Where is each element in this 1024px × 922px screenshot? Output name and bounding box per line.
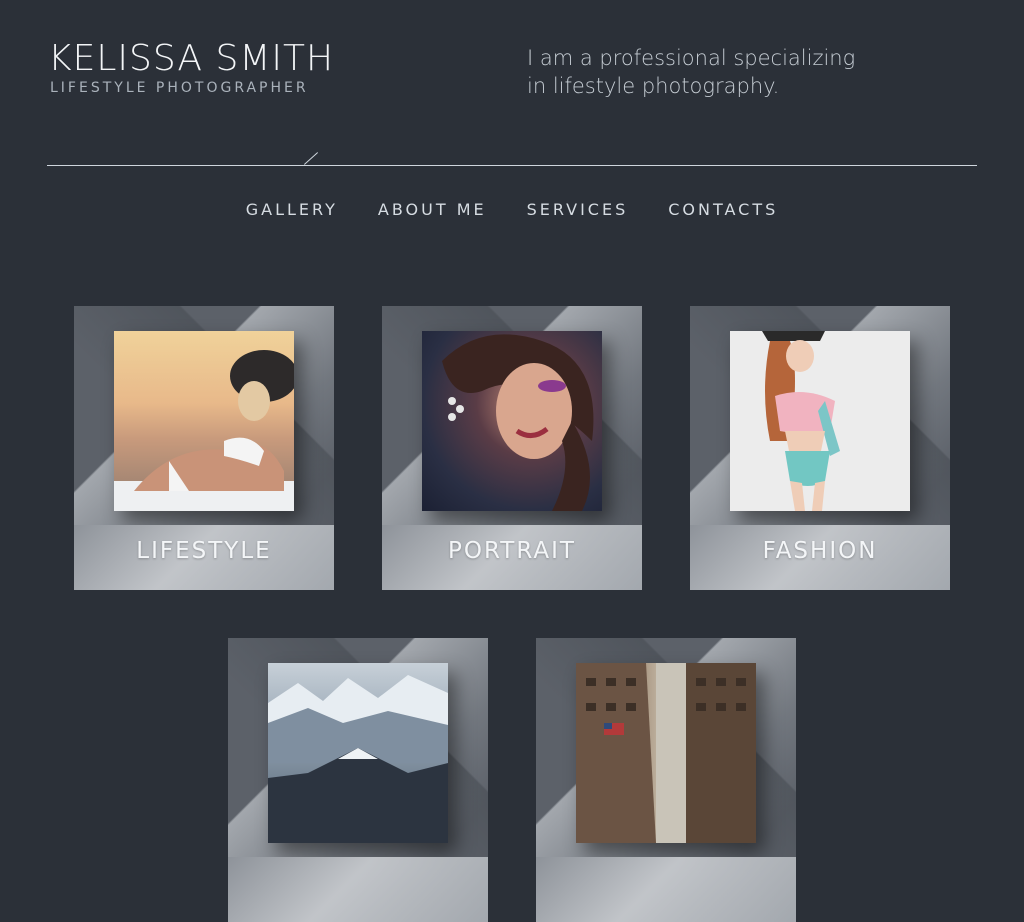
tagline: I am a professional specializing in life… bbox=[527, 44, 887, 100]
gallery-card-fashion[interactable]: FASHION bbox=[690, 306, 950, 590]
main-nav: GALLERY ABOUT ME SERVICES CONTACTS bbox=[0, 198, 1024, 221]
gallery-card-mountains[interactable] bbox=[228, 638, 488, 922]
nav-about-me[interactable]: ABOUT ME bbox=[378, 198, 487, 221]
fashion-photo bbox=[730, 331, 910, 511]
nav-gallery[interactable]: GALLERY bbox=[246, 198, 338, 221]
lifestyle-photo bbox=[114, 331, 294, 511]
city-photo bbox=[576, 663, 756, 843]
card-label: PORTRAIT bbox=[448, 538, 576, 564]
site-subtitle: LIFESTYLE PHOTOGRAPHER bbox=[50, 80, 309, 96]
nav-contacts[interactable]: CONTACTS bbox=[668, 198, 778, 221]
tagline-line-1: I am a professional specializing bbox=[527, 46, 856, 70]
portrait-photo bbox=[422, 331, 602, 511]
header-divider bbox=[47, 165, 977, 166]
card-label: FASHION bbox=[762, 538, 878, 564]
divider-slash-accent bbox=[303, 152, 319, 165]
card-label-band bbox=[536, 857, 796, 922]
site-title[interactable]: KELISSA SMITH bbox=[48, 38, 334, 79]
gallery-card-portrait[interactable]: PORTRAIT bbox=[382, 306, 642, 590]
card-label-band bbox=[228, 857, 488, 922]
mountains-photo bbox=[268, 663, 448, 843]
card-label: LIFESTYLE bbox=[136, 538, 272, 564]
gallery-card-city[interactable] bbox=[536, 638, 796, 922]
nav-services[interactable]: SERVICES bbox=[527, 198, 629, 221]
site-header: KELISSA SMITH LIFESTYLE PHOTOGRAPHER I a… bbox=[0, 0, 1024, 250]
gallery-card-lifestyle[interactable]: LIFESTYLE bbox=[74, 306, 334, 590]
tagline-line-2: in lifestyle photography. bbox=[527, 74, 780, 98]
